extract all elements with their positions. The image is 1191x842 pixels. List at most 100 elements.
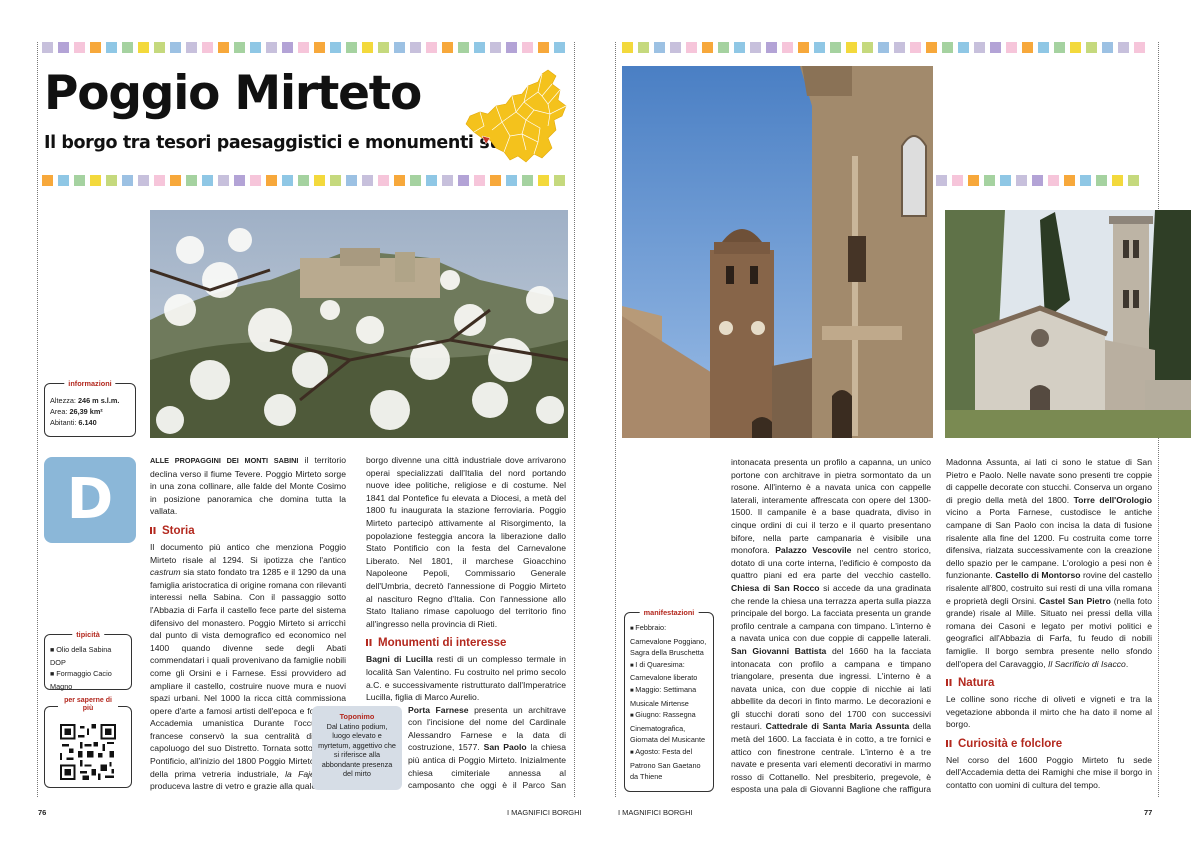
stripe-square xyxy=(250,42,261,53)
qr-code[interactable] xyxy=(60,723,116,781)
manifestazioni-item-label: I di Quaresima: Carnevalone liberato xyxy=(630,659,698,683)
stripe-square xyxy=(894,42,905,53)
stripe-square xyxy=(1064,175,1075,186)
info-value: 26,39 km² xyxy=(69,407,103,416)
stripe-square xyxy=(122,175,133,186)
tipicita-item: ■ Olio della Sabina DOP xyxy=(50,645,112,667)
section-heading-curiosita: Curiosità e folclore xyxy=(946,738,1152,751)
stripe-square xyxy=(154,42,165,53)
info-area: Area: 26,39 km² xyxy=(50,406,130,417)
stripe-square xyxy=(426,175,437,186)
monument-name: Castel San Pietro xyxy=(1039,595,1111,606)
stripe-square xyxy=(942,42,953,53)
stripe-square xyxy=(266,42,277,53)
monument-text: della metà del 1600. La facciata è in co… xyxy=(731,721,931,794)
stripe-square xyxy=(474,42,485,53)
tipicita-item: ■ Formaggio Cacio Magno xyxy=(50,669,112,691)
stripe-square xyxy=(1112,175,1123,186)
tipicita-box: tipicità ■ Olio della Sabina DOP ■ Forma… xyxy=(44,629,132,691)
stripe-square xyxy=(362,42,373,53)
page-rule-left-inner xyxy=(574,42,575,797)
info-value: 246 m s.l.m. xyxy=(77,396,120,405)
blossom-hill-photo xyxy=(150,210,568,438)
stripe-square xyxy=(1006,42,1017,53)
stripe-square xyxy=(974,42,985,53)
artwork-title: Il Sacrificio di Isacco xyxy=(1047,658,1126,669)
page-title: Poggio Mirteto xyxy=(44,66,422,121)
stripe-square xyxy=(410,175,421,186)
stripe-square xyxy=(862,42,873,53)
manifestazioni-item: ■ Maggio: Settimana Musicale Mirtense xyxy=(630,684,697,708)
monument-text: intonacata presenta un profilo a capanna… xyxy=(731,457,931,556)
stripe-square xyxy=(1134,42,1145,53)
manifestazioni-item-label: Agosto: Festa del Patrono San Gaetano da… xyxy=(630,746,701,782)
stripe-square xyxy=(830,42,841,53)
stripe-square xyxy=(750,42,761,53)
stripe-square xyxy=(330,42,341,53)
stripe-square xyxy=(1038,42,1049,53)
stripe-square xyxy=(984,175,995,186)
stripe-square xyxy=(362,175,373,186)
info-box: informazioni Altezza: 246 m s.l.m. Area:… xyxy=(44,378,136,437)
stripe-square xyxy=(346,175,357,186)
stripe-square xyxy=(798,42,809,53)
stripe-square xyxy=(474,175,485,186)
top-color-stripe-right xyxy=(622,42,1154,53)
stripe-square xyxy=(378,42,389,53)
stripe-square xyxy=(1080,175,1091,186)
qr-box: per saperne di più xyxy=(44,697,132,788)
stripe-square xyxy=(734,42,745,53)
info-box-title: informazioni xyxy=(64,378,116,389)
stripe-square xyxy=(1054,42,1065,53)
info-value: 6.140 xyxy=(78,418,97,427)
monument-name: Cattedrale di Santa Maria Assunta xyxy=(765,721,910,732)
stripe-square xyxy=(522,175,533,186)
section-heading-monumenti: Monumenti di interesse xyxy=(366,637,566,650)
section-heading-natura: Natura xyxy=(946,677,1152,690)
page-rule-left-outer xyxy=(37,42,38,797)
stripe-square xyxy=(522,42,533,53)
stripe-square xyxy=(910,42,921,53)
page-rule-right-inner xyxy=(615,42,616,797)
text-column-3: intonacata presenta un profilo a capanna… xyxy=(731,456,931,794)
stripe-square xyxy=(410,42,421,53)
stripe-square xyxy=(554,42,565,53)
stripe-square xyxy=(330,175,341,186)
monumenti-paragraph: Bagni di Lucilla resti di un complesso t… xyxy=(366,653,566,703)
stripe-square xyxy=(170,42,181,53)
stripe-square xyxy=(346,42,357,53)
manifestazioni-item: ■ Agosto: Festa del Patrono San Gaetano … xyxy=(630,746,701,782)
region-map xyxy=(462,66,572,166)
stripe-square xyxy=(878,42,889,53)
stripe-square xyxy=(106,175,117,186)
stripe-square xyxy=(282,175,293,186)
info-population: Abitanti: 6.140 xyxy=(50,417,130,428)
stripe-square xyxy=(266,175,277,186)
monument-name: Chiesa di San Rocco xyxy=(731,582,820,593)
toponimo-box: Toponimo Dal Latino podium, luogo elevat… xyxy=(312,706,402,790)
stripe-square xyxy=(718,42,729,53)
info-altitude: Altezza: 246 m s.l.m. xyxy=(50,395,130,406)
intro-caps: ALLE PROPAGGINI DEI MONTI SABINI xyxy=(150,456,299,465)
stripe-square xyxy=(442,42,453,53)
monumenti-paragraph-cont: intonacata presenta un profilo a capanna… xyxy=(731,456,931,794)
monument-name: Porta Farnese xyxy=(408,704,469,715)
stripe-square xyxy=(554,175,565,186)
stripe-square xyxy=(1022,42,1033,53)
monument-name: Torre dell'Orologio xyxy=(1073,494,1152,505)
info-label: Altezza: xyxy=(50,396,78,405)
mid-color-stripe-right xyxy=(936,175,1154,186)
manifestazioni-item: ■ Giugno: Rassegna Cinematografica, Gior… xyxy=(630,710,706,745)
stripe-square xyxy=(936,175,947,186)
stripe-square xyxy=(394,42,405,53)
stripe-square xyxy=(202,175,213,186)
section-heading-storia: Storia xyxy=(150,525,346,538)
stripe-square xyxy=(1016,175,1027,186)
top-color-stripe-left xyxy=(42,42,572,53)
stripe-square xyxy=(782,42,793,53)
stripe-square xyxy=(958,42,969,53)
curiosita-paragraph: Nel corso del 1600 Poggio Mirteto fu sed… xyxy=(946,754,1152,791)
natura-paragraph: Le colline sono ricche di oliveti e vign… xyxy=(946,694,1152,730)
stripe-square xyxy=(218,175,229,186)
stripe-square xyxy=(1118,42,1129,53)
